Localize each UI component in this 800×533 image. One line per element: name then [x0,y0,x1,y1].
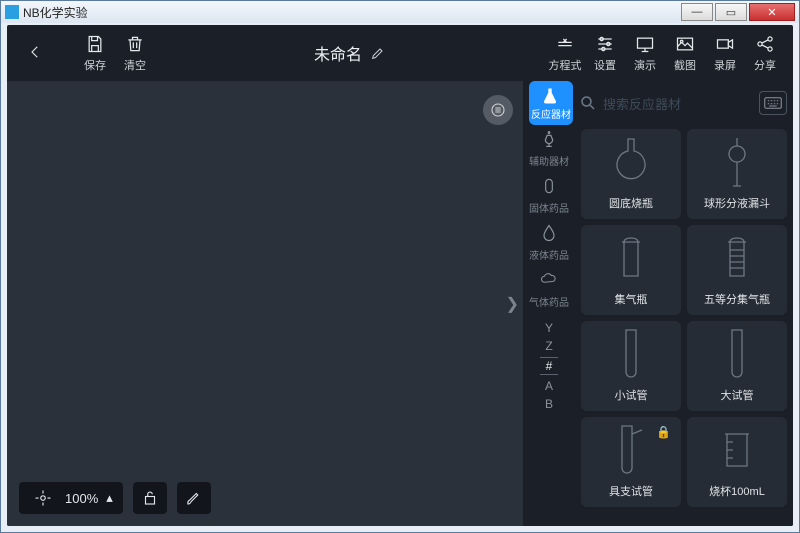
equipment-card[interactable]: 烧杯100mL [687,417,787,507]
equipment-thumb [687,321,787,387]
equipment-card[interactable]: 五等分集气瓶 [687,225,787,315]
equipment-thumb [581,321,681,387]
alpha-index[interactable]: Y Z # A B [540,321,559,411]
canvas-area[interactable]: ❯ 100% ▴ [7,81,523,526]
settings-button[interactable]: 设置 [585,28,625,78]
equation-button[interactable]: 方程式 [545,28,585,78]
canvas-list-button[interactable] [483,95,513,125]
equipment-card[interactable]: 大试管 [687,321,787,411]
window-title: NB化学实验 [23,4,88,21]
edit-icon [370,45,386,61]
equipment-card[interactable]: 球形分液漏斗 [687,129,787,219]
record-button[interactable]: 录屏 [705,28,745,78]
category-solid[interactable]: 固体药品 [526,174,572,215]
equipment-thumb [581,129,681,195]
brush-button[interactable] [177,482,211,514]
search-input[interactable]: 搜索反应器材 [579,94,753,113]
zoom-chevron-icon: ▴ [106,490,113,506]
window-maximize-button[interactable]: ▭ [715,3,747,21]
screenshot-button[interactable]: 截图 [665,28,705,78]
category-active-reaction[interactable]: 反应器材 [529,81,573,125]
zoom-value: 100% [65,491,98,506]
equipment-name: 集气瓶 [615,291,648,307]
save-button[interactable]: 保存 [75,28,115,78]
window-close-button[interactable]: ✕ [749,3,795,21]
category-aux[interactable]: 辅助器材 [526,127,572,168]
zoom-control[interactable]: 100% ▴ [19,482,123,514]
back-button[interactable] [15,28,55,78]
app-icon [5,5,19,19]
equipment-card[interactable]: 集气瓶 [581,225,681,315]
equipment-name: 五等分集气瓶 [704,291,770,307]
equipment-card[interactable]: 小试管 [581,321,681,411]
equipment-name: 具支试管 [609,483,653,499]
equipment-grid: 圆底烧瓶 球形分液漏斗集气瓶 五等分集气瓶小试管 大试管 🔒 具支试管 烧杯100mL [575,125,793,526]
equipment-thumb [687,225,787,291]
panel-collapse-handle[interactable]: ❯ [506,294,519,314]
equipment-card[interactable]: 圆底烧瓶 [581,129,681,219]
equipment-name: 大试管 [721,387,754,403]
category-gas[interactable]: 气体药品 [526,268,572,309]
bottom-toolbar: 100% ▴ [19,482,211,514]
equipment-name: 烧杯100mL [709,483,765,499]
window-titlebar: NB化学实验 — ▭ ✕ [1,1,799,23]
lock-icon: 🔒 [656,425,671,439]
locate-icon[interactable] [29,484,57,512]
equipment-name: 球形分液漏斗 [704,195,770,211]
search-icon [579,94,597,112]
equipment-thumb [581,225,681,291]
top-toolbar: 保存 清空 未命名 方程式 设置 [7,25,793,81]
clear-button[interactable]: 清空 [115,28,155,78]
equipment-thumb [687,417,787,483]
category-rail: 辅助器材 固体药品 液体药品 气体药品 [523,125,575,526]
window-minimize-button[interactable]: — [681,3,713,21]
equipment-panel: 反应器材 搜索反应器材 辅助器材 [523,81,793,526]
lock-layer-button[interactable] [133,482,167,514]
share-button[interactable]: 分享 [745,28,785,78]
keyboard-button[interactable] [759,91,787,115]
category-liquid[interactable]: 液体药品 [526,221,572,262]
equipment-name: 小试管 [615,387,648,403]
present-button[interactable]: 演示 [625,28,665,78]
equipment-thumb [687,129,787,195]
equipment-card[interactable]: 🔒 具支试管 [581,417,681,507]
equipment-name: 圆底烧瓶 [609,195,653,211]
document-title[interactable]: 未命名 [155,41,545,65]
